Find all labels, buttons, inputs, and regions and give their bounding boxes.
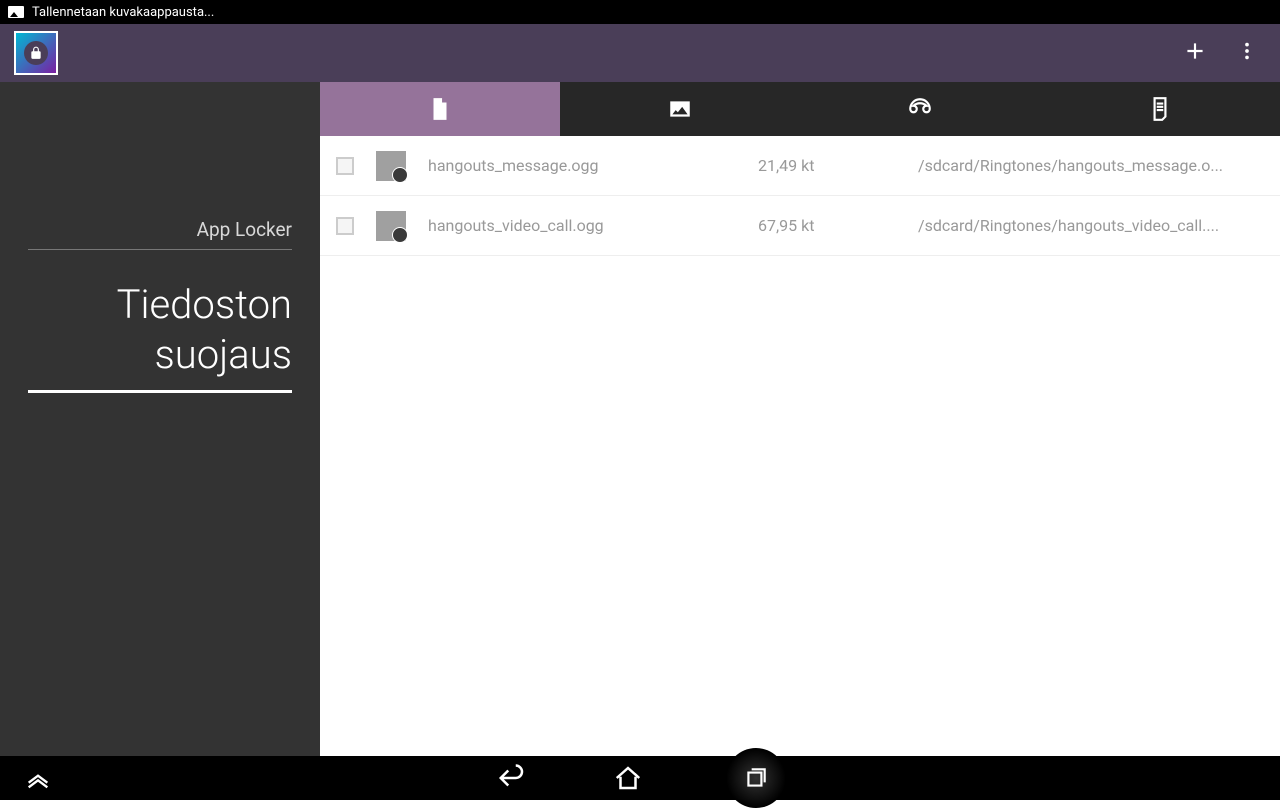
lock-icon [24,41,48,65]
file-thumb-icon [376,151,406,181]
tab-documents[interactable] [1040,82,1280,136]
action-bar [0,24,1280,82]
file-path: /sdcard/Ringtones/hangouts_video_call...… [918,216,1264,235]
nav-home-button[interactable] [610,760,646,796]
file-row[interactable]: hangouts_message.ogg 21,49 kt /sdcard/Ri… [320,136,1280,196]
status-text: Tallennetaan kuvakaappausta... [32,5,214,20]
file-name: hangouts_message.ogg [428,156,758,175]
add-button[interactable] [1182,38,1208,68]
picture-icon [8,6,24,18]
file-size: 67,95 kt [758,216,918,235]
file-thumb-icon [376,211,406,241]
app-icon[interactable] [14,31,58,75]
file-list: hangouts_message.ogg 21,49 kt /sdcard/Ri… [320,136,1280,256]
checkbox[interactable] [336,217,354,235]
audio-icon [907,96,933,122]
nav-bar [0,756,1280,800]
tab-bar [320,82,1280,136]
nav-drawer-button[interactable] [20,760,56,796]
sidebar: App Locker Tiedoston suojaus [0,82,320,756]
checkbox[interactable] [336,157,354,175]
tab-audio[interactable] [800,82,1040,136]
main-panel: hangouts_message.ogg 21,49 kt /sdcard/Ri… [320,82,1280,756]
sidebar-item-file-protection[interactable]: Tiedoston suojaus [28,250,292,393]
image-icon [667,96,693,122]
file-path: /sdcard/Ringtones/hangouts_message.o... [918,156,1264,175]
more-menu-button[interactable] [1236,40,1258,66]
file-size: 21,49 kt [758,156,918,175]
nav-back-button[interactable] [494,760,530,796]
file-name: hangouts_video_call.ogg [428,216,758,235]
status-bar: Tallennetaan kuvakaappausta... [0,0,1280,24]
file-row[interactable]: hangouts_video_call.ogg 67,95 kt /sdcard… [320,196,1280,256]
sidebar-item-applocker[interactable]: App Locker [28,82,292,250]
tab-images[interactable] [560,82,800,136]
tab-files[interactable] [320,82,560,136]
nav-recent-button[interactable] [726,748,786,808]
document-icon [1147,96,1173,122]
file-icon [427,96,453,122]
